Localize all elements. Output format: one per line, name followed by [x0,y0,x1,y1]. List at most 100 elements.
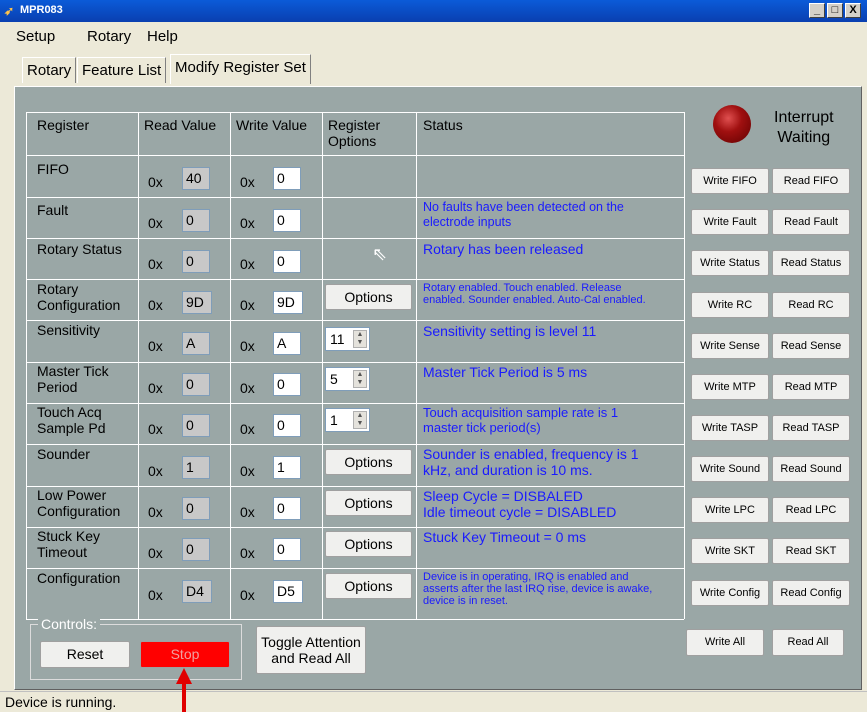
grid-line [416,112,417,619]
header-write-value: Write Value [236,117,308,133]
grid-line [26,155,684,156]
close-button[interactable]: X [845,3,861,18]
read-fault-button[interactable]: Read Fault [772,209,850,235]
lpc-write-input[interactable]: 0 [273,497,301,520]
hex-prefix: 0x [240,504,255,520]
write-config-button[interactable]: Write Config [691,580,769,606]
write-tasp-button[interactable]: Write TASP [691,415,769,441]
lpc-options-button[interactable]: Options [325,490,412,516]
mtp-write-input[interactable]: 0 [273,373,301,396]
sensitivity-write-input[interactable]: A [273,332,301,355]
spinner-arrows-icon[interactable]: ▲ ▼ [353,330,367,348]
tab-strip: Rotary Feature List Modify Register Set [0,50,867,86]
interrupt-label-line2: Waiting [777,129,831,146]
skt-options-button[interactable]: Options [325,531,412,557]
write-fifo-button[interactable]: Write FIFO [691,168,769,194]
write-rc-button[interactable]: Write RC [691,292,769,318]
rc-options-button[interactable]: Options [325,284,412,310]
menu-help[interactable]: Help [147,28,178,45]
hex-prefix: 0x [148,380,163,396]
restore-button[interactable]: □ [827,3,843,18]
mouse-cursor-icon: ⇖ [372,244,388,264]
write-status-button[interactable]: Write Status [691,250,769,276]
read-lpc-button[interactable]: Read LPC [772,497,850,523]
config-read-value: D4 [182,580,212,603]
toggle-attention-button[interactable]: Toggle Attention and Read All [256,626,366,674]
sounder-status-line2: kHz, and duration is 10 ms. [423,462,593,478]
controls-label: Controls: [38,616,101,632]
write-sound-button[interactable]: Write Sound [691,456,769,482]
grid-line [26,112,27,619]
menu-setup[interactable]: Setup [16,28,55,45]
grid-line [26,362,684,363]
row-label: Rotary Status [37,241,122,257]
tab-modify-register-set[interactable]: Modify Register Set [170,54,311,84]
row-label: Sample Pd [37,420,106,436]
reset-button[interactable]: Reset [40,641,130,668]
read-sense-button[interactable]: Read Sense [772,333,850,359]
mtp-spinner[interactable]: 5 ▲ ▼ [325,367,370,391]
sounder-write-input[interactable]: 1 [273,456,301,479]
config-write-input[interactable]: D5 [273,580,303,603]
spinner-arrows-icon[interactable]: ▲ ▼ [353,411,367,429]
grid-line [230,112,231,619]
read-all-button[interactable]: Read All [772,629,844,656]
read-status-button[interactable]: Read Status [772,250,850,276]
read-rc-button[interactable]: Read RC [772,292,850,318]
row-label: Sounder [37,446,90,462]
sensitivity-spinner[interactable]: 11 ▲ ▼ [325,327,370,351]
fault-status-line1: No faults have been detected on the [423,200,624,214]
hex-prefix: 0x [240,297,255,313]
row-label: Rotary [37,281,79,297]
minimize-button[interactable]: _ [809,3,825,18]
tab-feature-list[interactable]: Feature List [77,57,167,83]
read-config-button[interactable]: Read Config [772,580,850,606]
hex-prefix: 0x [240,215,255,231]
sounder-options-button[interactable]: Options [325,449,412,475]
rc-status-line2: enabled. Sounder enabled. Auto-Cal enabl… [423,294,646,306]
read-skt-button[interactable]: Read SKT [772,538,850,564]
fifo-read-value: 40 [182,167,210,190]
window-title: MPR083 [20,4,63,16]
tasp-spinner[interactable]: 1 ▲ ▼ [325,408,370,432]
write-lpc-button[interactable]: Write LPC [691,497,769,523]
skt-write-input[interactable]: 0 [273,538,301,561]
row-label: Timeout [37,544,88,560]
read-tasp-button[interactable]: Read TASP [772,415,850,441]
grid-line [26,444,684,445]
config-status-line1: Device is in operating, IRQ is enabled a… [423,571,629,583]
row-label: Sensitivity [37,322,101,338]
read-sound-button[interactable]: Read Sound [772,456,850,482]
write-skt-button[interactable]: Write SKT [691,538,769,564]
stop-button[interactable]: Stop [140,641,230,668]
read-mtp-button[interactable]: Read MTP [772,374,850,400]
config-status-line3: device is in reset. [423,595,508,607]
spinner-arrows-icon[interactable]: ▲ ▼ [353,370,367,388]
read-fifo-button[interactable]: Read FIFO [772,168,850,194]
fifo-write-input[interactable]: 0 [273,167,301,190]
write-mtp-button[interactable]: Write MTP [691,374,769,400]
config-status-line2: asserts after the last IRQ rise, device … [423,583,653,595]
spinner-value: 11 [330,331,345,347]
config-options-button[interactable]: Options [325,573,412,599]
write-all-button[interactable]: Write All [686,629,764,656]
write-sense-button[interactable]: Write Sense [691,333,769,359]
hex-prefix: 0x [240,256,255,272]
rc-write-input[interactable]: 9D [273,291,303,314]
menu-rotary[interactable]: Rotary [87,28,131,45]
rotary-status-write-input[interactable]: 0 [273,250,301,273]
tasp-write-input[interactable]: 0 [273,414,301,437]
grid-line [26,279,684,280]
hex-prefix: 0x [148,256,163,272]
menu-bar: Setup Rotary Help [0,22,867,50]
write-fault-button[interactable]: Write Fault [691,209,769,235]
fault-write-input[interactable]: 0 [273,209,301,232]
fault-read-value: 0 [182,209,210,232]
grid-line [26,197,684,198]
lpc-status-line1: Sleep Cycle = DISBALED [423,488,583,504]
rotary-status-text: Rotary has been released [423,241,584,257]
interrupt-label-line1: Interrupt [774,109,834,126]
row-label: Configuration [37,503,121,519]
tab-rotary[interactable]: Rotary [22,57,77,83]
interrupt-label: Interrupt Waiting [774,108,834,148]
